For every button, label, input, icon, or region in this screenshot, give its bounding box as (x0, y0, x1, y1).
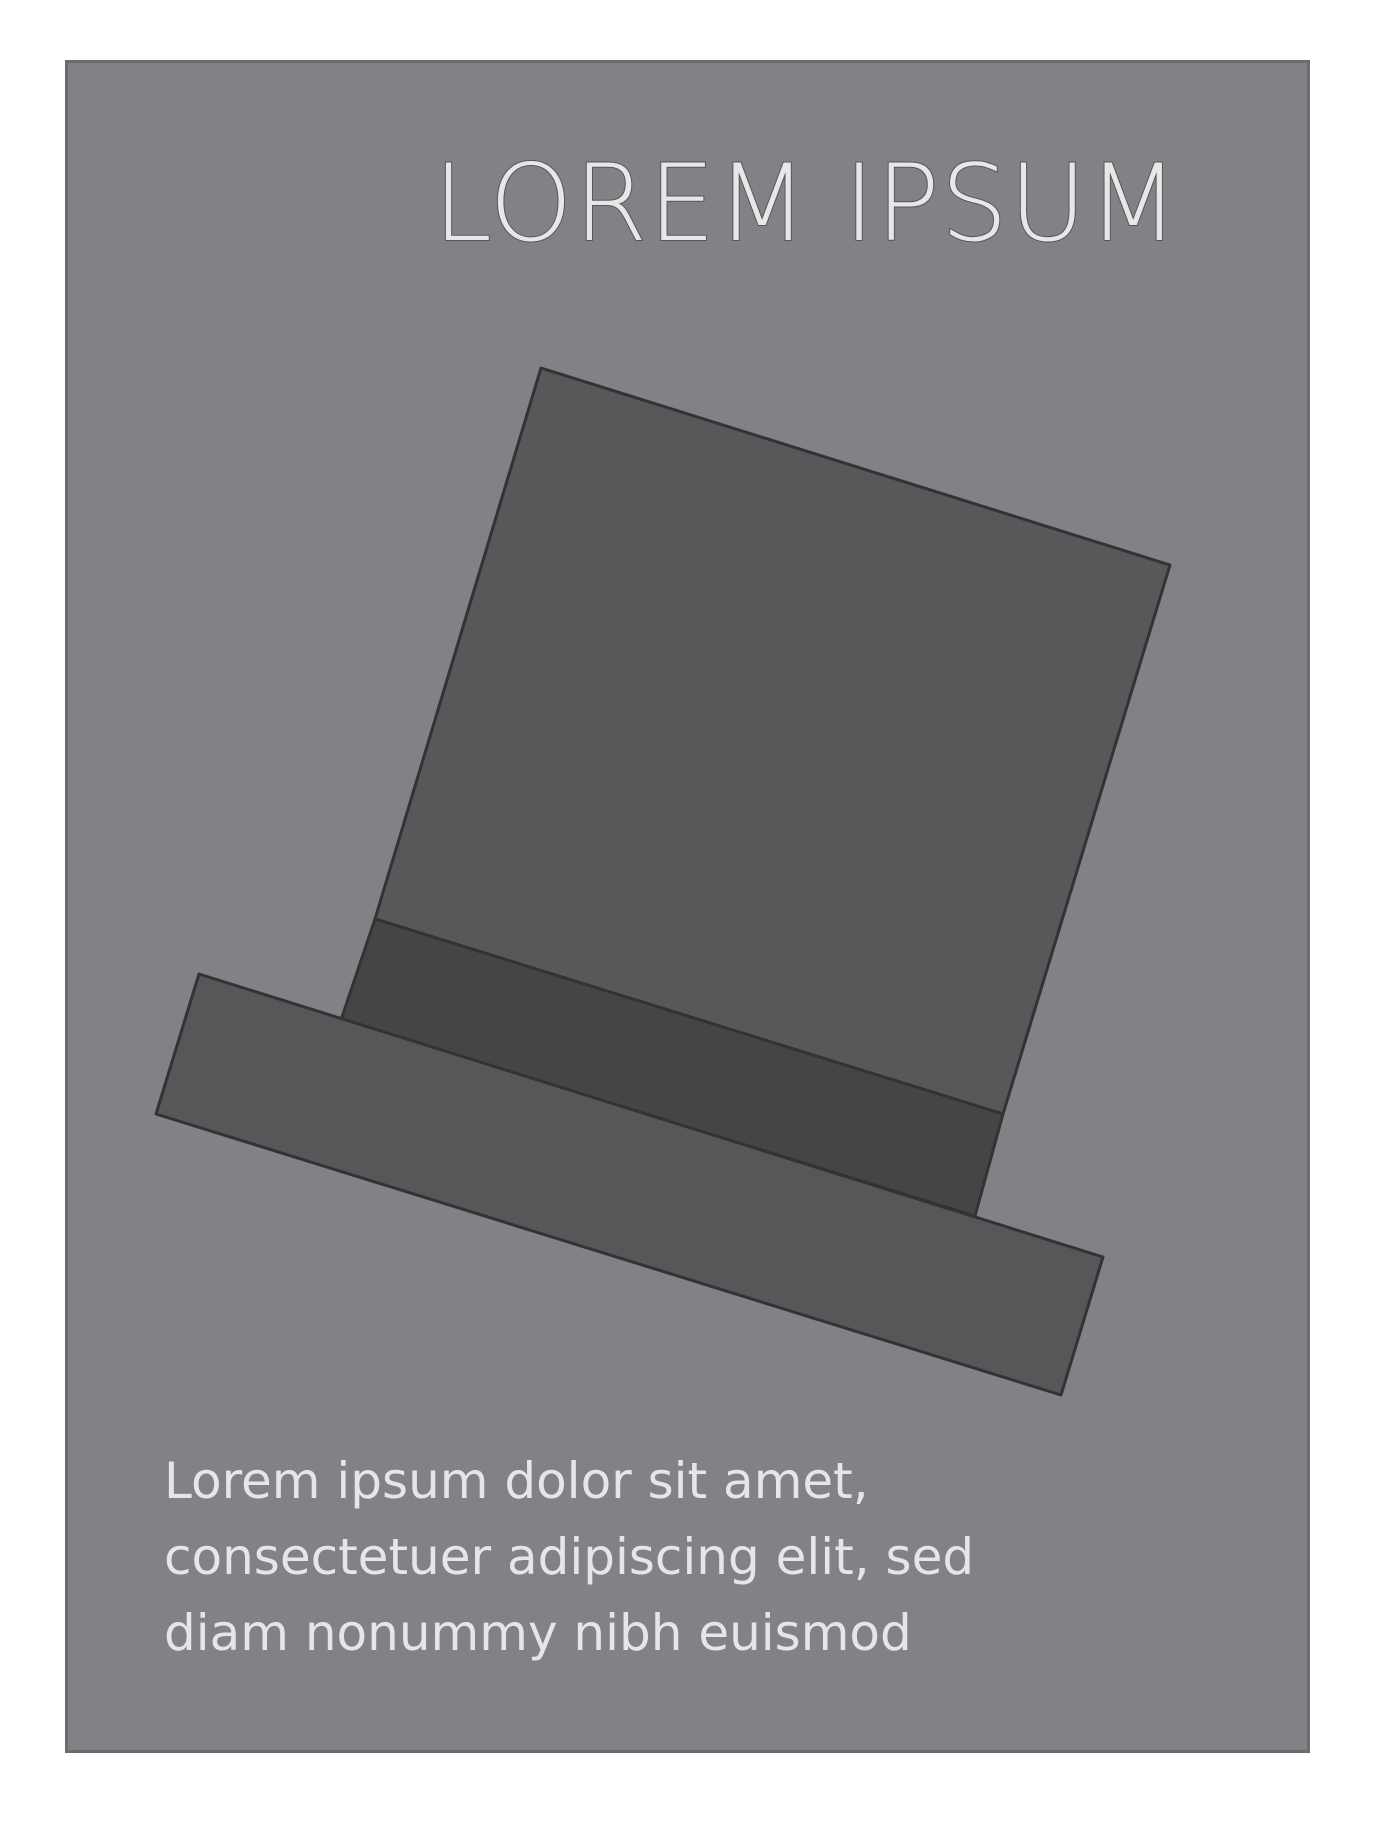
body-text-line: consectetuer adipiscing elit, sed (164, 1528, 975, 1586)
body-text-line: diam nonummy nibh euismod (164, 1604, 912, 1662)
poster: LOREM IPSUM Lorem ipsum dolor sit amet, … (65, 60, 1310, 1753)
body-text-line: Lorem ipsum dolor sit amet, (164, 1452, 869, 1510)
body-text: Lorem ipsum dolor sit amet, consectetuer… (164, 1443, 1064, 1671)
